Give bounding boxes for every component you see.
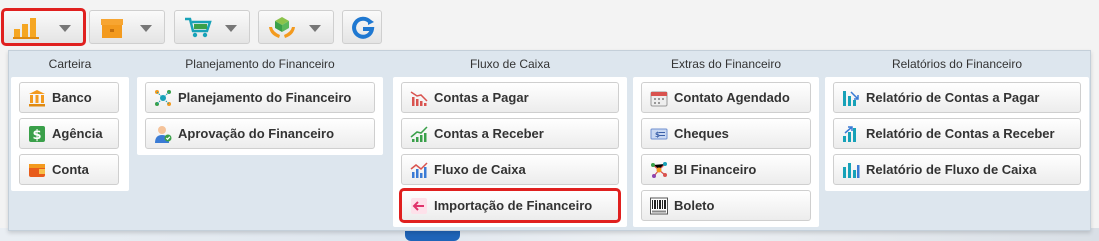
financeiro-menu-button[interactable] [1, 8, 86, 46]
menu-item-cheques[interactable]: $ Cheques [641, 118, 811, 149]
menu-item-label: Boleto [674, 198, 715, 213]
menu-item-contato-agendado[interactable]: Contato Agendado [641, 82, 811, 113]
menu-item-relatorio-contas-a-receber[interactable]: Relatório de Contas a Receber [833, 118, 1081, 149]
section-title: Relatórios do Financeiro [891, 57, 1023, 71]
financeiro-dropdown-panel: Carteira Banco $ Agência Conta Planejame… [8, 50, 1091, 231]
report-bars-icon [842, 161, 860, 179]
section-planejamento: Planejamento do Financeiro Planejamento … [137, 51, 383, 221]
wallet-icon [28, 161, 46, 179]
menu-item-bi-financeiro[interactable]: BI Financeiro [641, 154, 811, 185]
menu-item-label: Aprovação do Financeiro [178, 126, 335, 141]
menu-item-label: Conta [52, 162, 89, 177]
section-relatorios: Relatórios do Financeiro Relatório de Co… [825, 51, 1089, 221]
menu-item-contas-a-pagar[interactable]: Contas a Pagar [401, 82, 619, 113]
menu-item-label: Relatório de Contas a Pagar [866, 90, 1040, 105]
chart-up-icon [410, 125, 428, 143]
menu-item-aprovacao-financeiro[interactable]: Aprovação do Financeiro [145, 118, 375, 149]
section-card: Planejamento do Financeiro Aprovação do … [137, 77, 383, 155]
section-card: Contato Agendado $ Cheques BI Financeiro… [633, 77, 819, 227]
dollar-icon: $ [28, 125, 46, 143]
section-card: Banco $ Agência Conta [11, 77, 129, 191]
calendar-icon [650, 89, 668, 107]
menu-item-label: Contato Agendado [674, 90, 790, 105]
barcode-icon [650, 197, 668, 215]
section-title: Fluxo de Caixa [469, 57, 551, 71]
section-carteira: Carteira Banco $ Agência Conta [11, 51, 129, 221]
menu-item-conta[interactable]: Conta [19, 154, 119, 185]
cheque-icon: $ [650, 125, 668, 143]
menu-item-label: Contas a Pagar [434, 90, 529, 105]
bank-icon [28, 89, 46, 107]
section-card: Relatório de Contas a Pagar Relatório de… [825, 77, 1089, 191]
refresh-g-icon [348, 15, 378, 39]
chevron-down-icon [140, 25, 152, 32]
hands-cube-icon [267, 15, 297, 39]
section-card: Contas a Pagar Contas a Receber Fluxo de… [393, 77, 627, 227]
network-icon [154, 89, 172, 107]
chevron-down-icon [309, 25, 321, 32]
import-arrow-icon [410, 197, 428, 215]
section-title: Carteira [48, 57, 92, 71]
menu-item-agencia[interactable]: $ Agência [19, 118, 119, 149]
menu-item-label: Planejamento do Financeiro [178, 90, 352, 105]
menu-item-label: Banco [52, 90, 92, 105]
section-title: Extras do Financeiro [670, 57, 782, 71]
bi-network-icon [650, 161, 668, 179]
chevron-down-icon [59, 25, 71, 32]
menu-item-planejamento-financeiro[interactable]: Planejamento do Financeiro [145, 82, 375, 113]
menu-item-label: Contas a Receber [434, 126, 544, 141]
menu-item-relatorio-contas-a-pagar[interactable]: Relatório de Contas a Pagar [833, 82, 1081, 113]
menu-item-banco[interactable]: Banco [19, 82, 119, 113]
menu-item-contas-a-receber[interactable]: Contas a Receber [401, 118, 619, 149]
box-icon [98, 15, 128, 39]
refresh-button[interactable] [342, 10, 382, 44]
menu-item-boleto[interactable]: Boleto [641, 190, 811, 221]
menu-item-label: Relatório de Contas a Receber [866, 126, 1055, 141]
menu-item-label: Cheques [674, 126, 729, 141]
menu-item-relatorio-fluxo-de-caixa[interactable]: Relatório de Fluxo de Caixa [833, 154, 1081, 185]
section-extras: Extras do Financeiro Contato Agendado $ … [633, 51, 819, 227]
menu-item-importacao-financeiro[interactable]: Importação de Financeiro [399, 188, 621, 223]
chart-down-icon [410, 89, 428, 107]
menu-item-label: Fluxo de Caixa [434, 162, 526, 177]
chevron-down-icon [225, 25, 237, 32]
menu-item-label: Relatório de Fluxo de Caixa [866, 162, 1037, 177]
top-toolbar [0, 0, 1099, 50]
shopping-cart-icon [183, 15, 213, 39]
report-up-icon [842, 125, 860, 143]
menu-item-label: Importação de Financeiro [434, 198, 593, 213]
bar-chart-icon [12, 15, 42, 39]
user-approval-icon [154, 125, 172, 143]
report-down-icon [842, 89, 860, 107]
section-title: Planejamento do Financeiro [185, 57, 335, 71]
section-fluxo-de-caixa: Fluxo de Caixa Contas a Pagar Contas a R… [393, 51, 627, 227]
estoque-menu-button[interactable] [89, 10, 165, 44]
vendas-menu-button[interactable] [174, 10, 250, 44]
menu-item-label: BI Financeiro [674, 162, 757, 177]
menu-item-label: Agência [52, 126, 103, 141]
produtos-menu-button[interactable] [258, 10, 334, 44]
chart-trend-icon [410, 161, 428, 179]
menu-item-fluxo-de-caixa[interactable]: Fluxo de Caixa [401, 154, 619, 185]
svg-text:$: $ [32, 128, 41, 143]
